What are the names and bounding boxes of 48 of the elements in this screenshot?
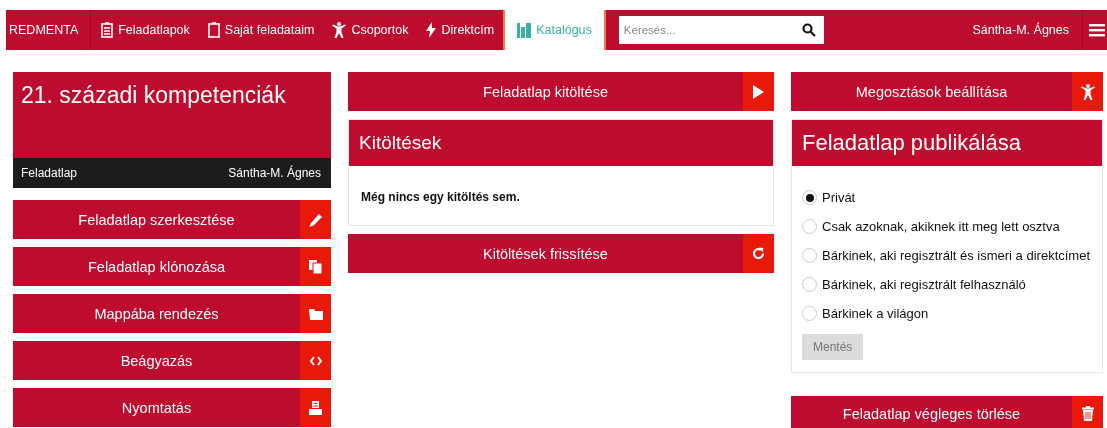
folder-button[interactable]: Mappába rendezés — [13, 294, 331, 333]
search-icon[interactable] — [801, 23, 816, 37]
folder-icon — [308, 307, 323, 320]
trash-icon — [1081, 406, 1094, 421]
person-icon — [332, 22, 347, 38]
edit-button[interactable]: Feladatlap szerkesztése — [13, 200, 331, 239]
fill-button[interactable]: Feladatlap kitöltése — [348, 72, 774, 111]
pencil-icon — [308, 212, 323, 227]
radio-label: Bárkinek a világon — [822, 306, 929, 321]
worksheet-type: Feladatlap — [21, 166, 78, 180]
code-icon — [309, 355, 322, 366]
nav-tab[interactable]: Saját feladataim — [198, 10, 324, 50]
share-button[interactable]: Megosztások beállítása — [791, 72, 1103, 111]
nav-tab[interactable]: Csoportok — [323, 10, 418, 50]
radio-label: Bárkinek, aki regisztrált felhasználó — [822, 277, 1026, 292]
embed-button[interactable]: Beágyazás — [13, 341, 331, 380]
radio-button[interactable] — [802, 248, 817, 263]
radio-button[interactable] — [802, 306, 817, 321]
copy-icon — [309, 259, 322, 274]
refresh-icon — [752, 247, 765, 260]
menu-icon[interactable] — [1089, 23, 1105, 37]
radio-label: Csak azoknak, akiknek itt meg lett osztva — [822, 219, 1060, 234]
print-button[interactable]: Nyomtatás — [13, 388, 331, 427]
panel-header: Kitöltések — [349, 120, 773, 166]
radio-label: Privát — [822, 190, 856, 205]
clipboard-icon — [101, 22, 114, 38]
refresh-button[interactable]: Kitöltések frissítése — [348, 234, 774, 273]
empty-message: Még nincs egy kitöltés sem. — [361, 190, 520, 204]
clone-button[interactable]: Feladatlap klónozása — [13, 247, 331, 286]
worksheet-title: 21. századi kompetenciák — [21, 82, 286, 109]
delete-button[interactable]: Feladatlap végleges törlése — [791, 396, 1103, 428]
play-icon — [753, 84, 764, 99]
radio-button[interactable] — [802, 190, 817, 205]
user-name[interactable]: Sántha-M. Ágnes — [962, 10, 1082, 50]
printer-icon — [309, 400, 322, 415]
panel-header: Feladatlap publikálása — [792, 120, 1102, 166]
brand-logo[interactable]: REDMENTA — [6, 10, 92, 50]
clipboard-icon — [207, 22, 220, 38]
author-name: Sántha-M. Ágnes — [228, 166, 321, 180]
search-field[interactable]: Keresés... — [618, 16, 824, 44]
save-button[interactable]: Mentés — [802, 334, 864, 360]
person-icon — [1080, 83, 1095, 100]
nav-tab[interactable]: Feladatlapok — [92, 10, 199, 50]
lightning-icon — [426, 22, 437, 38]
radio-label: Bárkinek, aki regisztrált és ismeri a direktcímet — [822, 248, 1091, 263]
radio-button[interactable] — [802, 219, 817, 234]
radio-button[interactable] — [802, 277, 817, 292]
nav-tab[interactable]: Direktcím — [417, 10, 504, 50]
